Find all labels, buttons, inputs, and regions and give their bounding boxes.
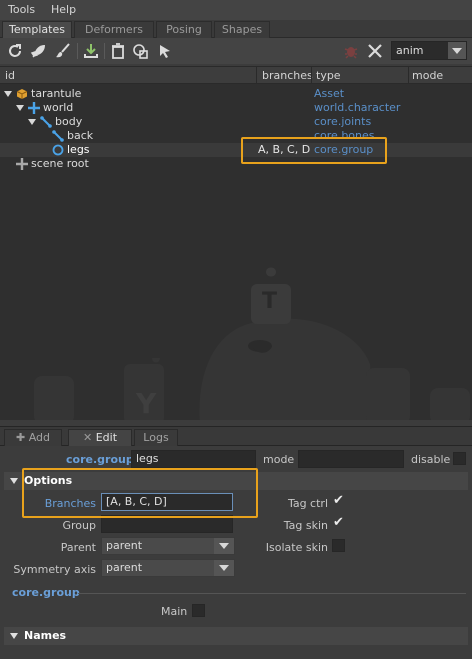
tree-row-body[interactable]: body core.joints [0,115,472,129]
column-divider[interactable] [256,67,257,85]
tree-item-label: scene root [31,157,89,170]
menu-tools[interactable]: Tools [8,3,35,16]
tag-ctrl-label: Tag ctrl [287,497,328,510]
tab-posing[interactable]: Posing [156,21,212,38]
watermark-letter: T [262,289,278,314]
watermark-letter: Y [136,387,157,420]
rocket-icon[interactable] [30,42,48,60]
mode-select[interactable]: anim [391,41,467,60]
bones-icon [52,130,64,142]
tab-logs[interactable]: Logs [134,429,178,447]
menu-help[interactable]: Help [51,3,76,16]
tree-row-back[interactable]: back core.bones [0,129,472,143]
main-tabs: Templates Deformers Posing Shapes [0,20,472,38]
tree-item-type: Asset [314,87,345,100]
isolate-skin-checkbox[interactable] [332,539,345,552]
tag-ctrl-checkbox[interactable]: ✔ [332,494,345,508]
mode-input[interactable] [298,450,404,468]
annotation-highlight [241,137,387,164]
tag-skin-label: Tag skin [283,519,328,532]
brush-icon[interactable] [54,42,72,60]
chevron-down-icon[interactable] [214,560,234,576]
trash-icon[interactable] [109,42,127,60]
parent-label: Parent [60,541,96,554]
tab-shapes[interactable]: Shapes [214,21,270,38]
tree-row-world[interactable]: world world.character [0,101,472,115]
group-divider [78,593,466,594]
template-tree: T Y tarantule Asset world world.characte… [0,84,472,420]
menubar: Tools Help [0,0,472,20]
expand-arrow-icon[interactable] [28,119,36,125]
core-group-title: core.group [12,586,80,599]
column-id[interactable]: id [5,69,15,82]
column-divider[interactable] [311,67,312,85]
scene-cross-icon [16,158,28,170]
column-branches[interactable]: branches [262,69,313,82]
collapse-arrow-icon[interactable] [10,478,18,484]
bug-icon[interactable] [342,42,360,60]
duplicate-icon[interactable] [132,42,150,60]
tree-item-label: world [43,101,74,114]
symmetry-axis-select-value: parent [106,561,143,574]
tab-add[interactable]: ✚ Add [4,429,62,447]
joints-icon [40,116,52,128]
mode-select-value: anim [396,44,424,57]
tree-row-legs[interactable]: legs A, B, C, D core.group [0,143,472,157]
mode-label: mode [263,453,295,466]
column-divider[interactable] [408,67,409,85]
names-section-title: Names [24,629,67,642]
asset-cube-icon [16,89,28,99]
tree-item-type: core.joints [314,115,372,128]
expand-arrow-icon[interactable] [4,91,12,97]
disable-checkbox[interactable] [453,452,466,465]
tab-templates[interactable]: Templates [2,21,72,38]
parent-select-value: parent [106,539,143,552]
tab-add-label: Add [28,431,50,444]
tree-item-label: tarantule [31,87,82,100]
name-input[interactable]: legs [131,450,256,468]
tools-icon[interactable] [366,42,384,60]
symmetry-axis-select[interactable]: parent [101,559,235,577]
toolbar-separator [104,43,105,59]
tab-edit[interactable]: ✕ Edit [68,429,132,447]
tree-item-label: back [67,129,94,142]
group-label: Group [62,519,97,532]
main-label: Main [161,605,188,618]
expand-arrow-icon[interactable] [16,105,24,111]
toolbar-separator [77,43,78,59]
chevron-down-icon[interactable] [448,42,466,59]
names-section-header[interactable]: Names [4,627,468,645]
parent-select[interactable]: parent [101,537,235,555]
tree-item-label: body [55,115,83,128]
collapse-arrow-icon[interactable] [10,633,18,639]
group-circle-icon [52,144,64,156]
edit-tabs: ✚ Add ✕ Edit Logs [0,426,472,447]
tree-item-type: world.character [314,101,401,114]
tag-skin-checkbox[interactable]: ✔ [332,516,345,530]
chevron-down-icon[interactable] [214,538,234,554]
column-type[interactable]: type [316,69,341,82]
disable-label: disable [411,453,451,466]
annotation-highlight [22,468,258,518]
refresh-icon[interactable] [6,42,24,60]
symmetry-axis-label: Symmetry axis [13,563,96,576]
column-mode[interactable]: mode [412,69,443,82]
tab-deformers[interactable]: Deformers [74,21,154,38]
type-label: core.group [66,453,134,466]
tools-icon: ✕ [82,431,93,444]
world-cross-icon [28,102,40,114]
edit-panel: core.group legs mode disable Options Bra… [0,446,472,659]
tab-edit-label: Edit [95,431,118,444]
plus-icon: ✚ [15,431,26,444]
tree-row-scene-root[interactable]: scene root [0,157,472,171]
mascot-watermark-icon [34,267,470,420]
tree-row-tarantule[interactable]: tarantule Asset [0,87,472,101]
import-icon[interactable] [82,42,100,60]
select-arrow-icon[interactable] [156,42,174,60]
main-checkbox[interactable] [192,604,205,617]
isolate-skin-label: Isolate skin [265,541,328,554]
tree-header: id branches type mode [0,66,472,85]
tree-item-label: legs [67,143,90,156]
